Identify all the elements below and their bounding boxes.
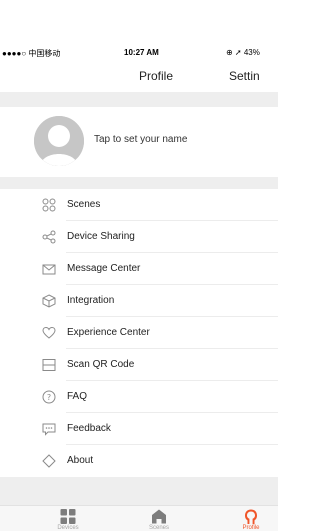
menu-item-label: FAQ [67,391,88,402]
menu-item-label: Message Center [67,263,141,274]
set-name-prompt[interactable]: Tap to set your name [94,134,187,145]
grid-icon [60,509,76,524]
tab-profile[interactable]: Profile [221,506,281,531]
menu-item-label: Integration [67,295,115,306]
menu-item-faq[interactable]: ? FAQ [0,381,278,413]
menu-item-label: About [67,455,94,466]
diamond-icon [42,454,56,468]
menu-item-label: Feedback [67,423,111,434]
cube-icon [42,294,56,308]
menu-item-label: Device Sharing [67,231,135,242]
menu-item-label: Experience Center [67,327,150,338]
scenes-icon [42,198,56,212]
envelope-icon [42,264,56,275]
menu-item-device-sharing[interactable]: Device Sharing [0,221,278,253]
tab-label: Profile [242,525,260,531]
menu-item-integration[interactable]: Integration [0,285,278,317]
menu-item-experience-center[interactable]: Experience Center [0,317,278,349]
heart-icon [42,326,56,339]
page-title: Profile [139,69,174,83]
menu-item-label: Scan QR Code [67,359,135,370]
home-icon [152,509,166,524]
share-icon [42,230,56,244]
status-bar: ●●●●○ 中国移动 10:27 AM ⊕ ➚ 43% [0,44,278,62]
menu-item-message-center[interactable]: Message Center [0,253,278,285]
profile-menu: Scenes Device Sharing Message Center Int… [0,189,278,477]
status-time: 10:27 AM [124,48,159,57]
menu-item-scan-qr-code[interactable]: Scan QR Code [0,349,278,381]
tab-label: Devices [57,525,79,531]
question-icon: ? [42,390,56,404]
carrier-label: ●●●●○ 中国移动 [2,49,61,58]
tab-devices[interactable]: Devices [38,506,98,531]
avatar-placeholder-icon [34,116,84,166]
tab-label: Scenes [148,525,169,531]
settings-button[interactable]: Settin [229,69,260,83]
bottom-gap [0,477,278,505]
tab-scenes[interactable]: Scenes [129,506,189,531]
section-gap [0,92,278,107]
scan-icon [42,359,56,371]
section-gap [0,177,278,189]
menu-item-feedback[interactable]: Feedback [0,413,278,445]
menu-item-about[interactable]: About [0,445,278,477]
person-icon [245,509,257,524]
nav-bar: Profile Settin [0,62,278,92]
menu-item-label: Scenes [67,199,101,210]
menu-item-scenes[interactable]: Scenes [0,189,278,221]
tab-bar: Devices Scenes Profile [0,505,278,531]
avatar[interactable] [34,116,84,166]
top-blank-area [0,0,278,44]
profile-header[interactable]: Tap to set your name [0,107,278,177]
chat-icon [42,423,56,436]
battery-status: ⊕ ➚ 43% [226,48,260,57]
svg-text:?: ? [47,393,51,402]
